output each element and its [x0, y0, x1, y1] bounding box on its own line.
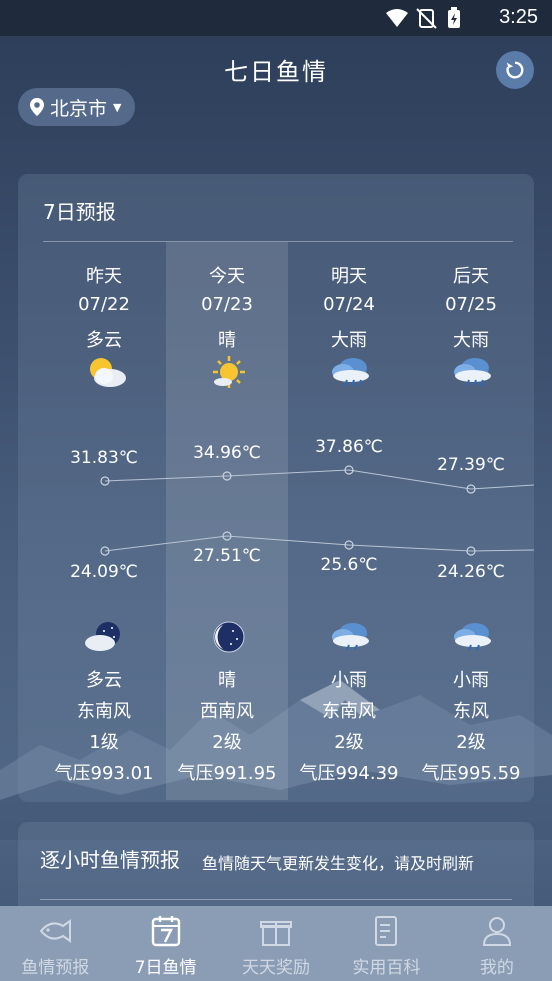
no-sim-icon: [416, 8, 437, 29]
location-name: 北京市: [50, 97, 108, 120]
status-icons: [386, 7, 460, 29]
hourly-title: 逐小时鱼情预报: [40, 848, 180, 872]
hourly-subtitle: 鱼情随天气更新发生变化，请及时刷新: [202, 854, 475, 873]
partly-cloudy-moon-icon: [85, 622, 120, 651]
low-temp: 24.09℃: [70, 562, 138, 582]
night-weather: 多云: [86, 670, 122, 691]
fish-icon: [39, 919, 72, 943]
chevron-down-icon: ▼: [113, 100, 122, 114]
nav-item-daily-rewards[interactable]: 天天奖励: [221, 906, 331, 981]
refresh-button[interactable]: [496, 51, 534, 89]
high-temp: 31.83℃: [70, 448, 138, 468]
wifi-icon: [386, 9, 408, 27]
low-temp: 27.51℃: [193, 546, 261, 566]
heavy-rain-icon: [454, 358, 491, 387]
day-date: 07/25: [445, 294, 497, 315]
wind-level: 2级: [456, 732, 486, 753]
light-rain-icon: [454, 623, 491, 651]
night-weather: 小雨: [331, 670, 367, 691]
wind-direction: 东南风: [322, 701, 376, 722]
partly-cloudy-sun-icon: [90, 358, 126, 387]
battery-icon: [448, 7, 460, 28]
nav-item-encyclopedia[interactable]: 实用百科: [331, 906, 441, 981]
wind-direction: 西南风: [200, 701, 254, 722]
day-weather: 多云: [86, 330, 122, 351]
sun-icon: [213, 356, 245, 388]
wind-level: 2级: [212, 732, 242, 753]
low-temp: 24.26℃: [437, 562, 505, 582]
pressure: 气压994.39: [299, 763, 399, 784]
day-date: 07/22: [78, 294, 130, 315]
user-icon: [482, 917, 511, 946]
low-temp: 25.6℃: [320, 555, 378, 575]
day-weather: 大雨: [453, 330, 489, 351]
day-weather: 大雨: [331, 330, 367, 351]
nav-label: 7日鱼情: [134, 958, 197, 978]
wind-direction: 东南风: [77, 701, 131, 722]
wind-direction: 东风: [453, 701, 489, 722]
nav-label: 我的: [479, 958, 514, 978]
pressure: 气压991.95: [177, 763, 277, 784]
status-time: 3:25: [499, 6, 538, 28]
wind-level: 2级: [334, 732, 364, 753]
nav-item-profile[interactable]: 我的: [442, 906, 552, 981]
divider: [40, 899, 512, 900]
refresh-icon: [506, 61, 524, 79]
night-weather: 小雨: [453, 670, 489, 691]
high-temp: 27.39℃: [437, 455, 505, 475]
nav-item-fish-forecast[interactable]: 鱼情预报: [0, 906, 110, 981]
day-label: 明天: [331, 266, 367, 287]
wind-level: 1级: [89, 732, 119, 753]
high-temp: 34.96℃: [193, 443, 261, 463]
calendar-icon: [151, 916, 180, 947]
location-pin-icon: [30, 98, 44, 116]
pressure: 气压995.59: [421, 763, 521, 784]
light-rain-icon: [332, 623, 369, 651]
day-label: 后天: [453, 266, 489, 287]
day-date: 07/24: [323, 294, 375, 315]
day-weather: 晴: [218, 330, 236, 351]
day-date: 07/23: [201, 294, 253, 315]
bottom-navigation: 鱼情预报 7日鱼情 天天奖励 实用百科 我的: [0, 906, 552, 981]
seven-day-forecast-card: 7日预报 昨天 07/22 多云 31.83℃ 24.09℃ 多云 东南风 1级…: [18, 174, 534, 802]
high-temp: 37.86℃: [315, 437, 383, 457]
nav-label: 天天奖励: [242, 958, 311, 978]
status-bar: 3:25: [0, 0, 552, 36]
nav-label: 鱼情预报: [21, 958, 90, 978]
document-icon: [375, 916, 398, 946]
heavy-rain-icon: [332, 358, 369, 387]
page-title: 七日鱼情: [224, 58, 328, 86]
nav-label: 实用百科: [352, 958, 421, 978]
day-label: 今天: [209, 266, 245, 287]
pressure: 气压993.01: [54, 763, 154, 784]
location-selector[interactable]: 北京市 ▼: [18, 88, 136, 126]
day-label: 昨天: [86, 266, 122, 287]
night-weather: 晴: [218, 670, 236, 691]
moon-icon: [213, 621, 245, 653]
nav-item-7day-forecast[interactable]: 7日鱼情: [110, 906, 220, 981]
gift-icon: [260, 921, 293, 946]
